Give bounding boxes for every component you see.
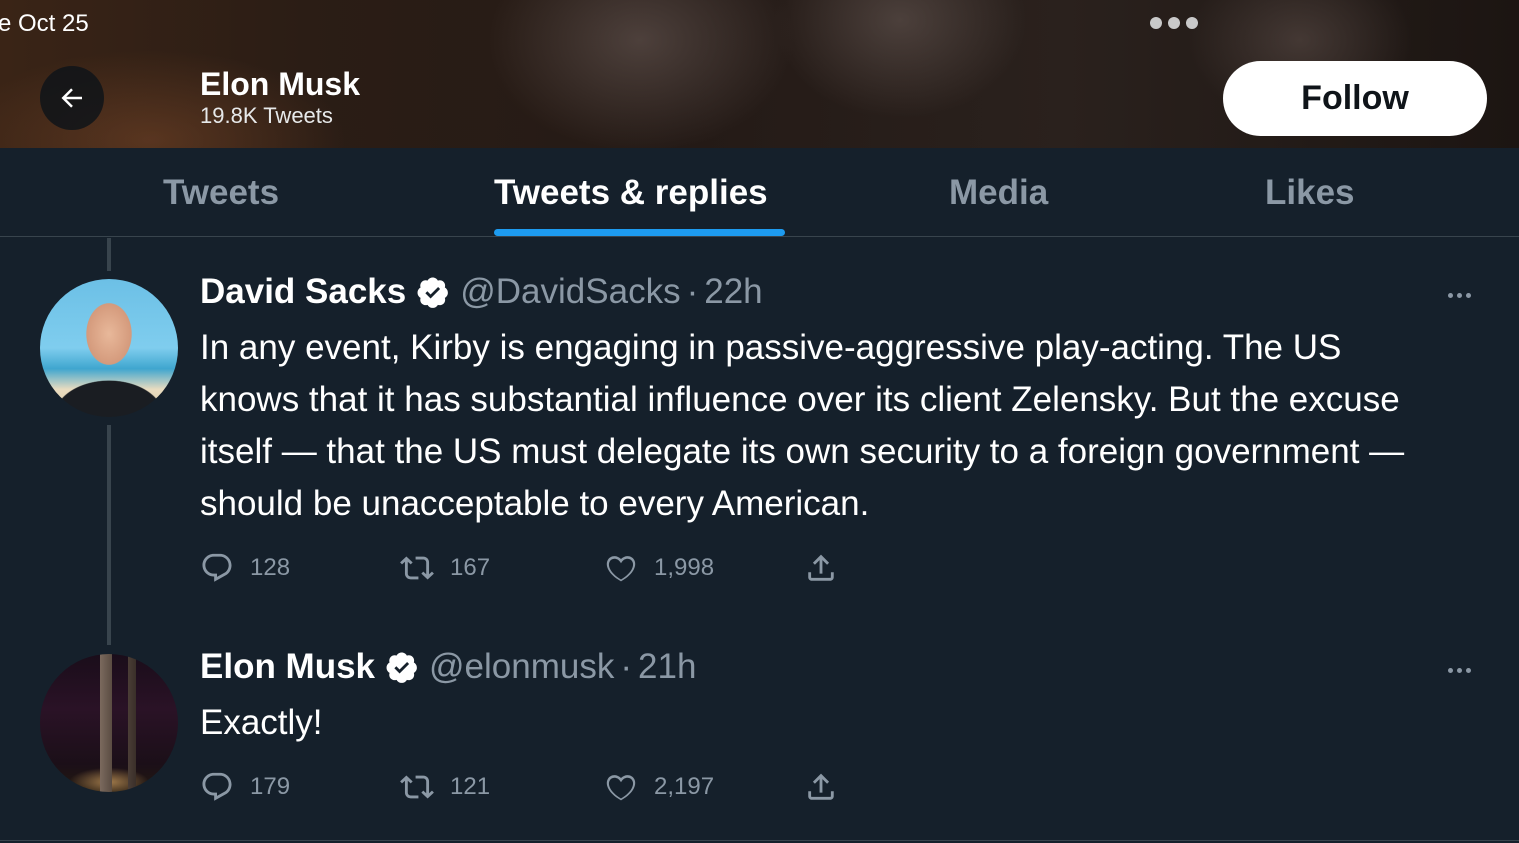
follow-button[interactable]: Follow xyxy=(1223,61,1487,136)
share-icon xyxy=(808,554,834,581)
reply-count: 128 xyxy=(250,554,291,581)
tweet-actions: 128 167 1,998 xyxy=(200,548,900,588)
avatar-elon-musk[interactable] xyxy=(40,654,178,792)
tweet-author-handle[interactable]: @DavidSacks xyxy=(460,272,680,312)
thread-connector-line xyxy=(107,238,111,271)
window-menu-dots-icon[interactable] xyxy=(1150,17,1198,29)
reply-button[interactable]: 128 xyxy=(200,548,290,588)
tweet-separator: · xyxy=(686,272,699,311)
more-horizontal-icon[interactable] xyxy=(1448,293,1471,298)
retweet-icon xyxy=(400,775,434,799)
tab-likes[interactable]: Likes xyxy=(1265,148,1355,237)
tweet-header: Elon Musk @elonmusk · 21h xyxy=(200,647,696,687)
retweet-button[interactable]: 121 xyxy=(400,767,490,807)
heart-icon xyxy=(606,556,636,582)
retweet-icon xyxy=(400,556,434,580)
retweet-count: 167 xyxy=(450,554,491,581)
share-icon xyxy=(808,773,834,800)
thread-connector-line xyxy=(107,425,111,645)
active-tab-indicator xyxy=(494,229,785,236)
share-button[interactable] xyxy=(804,767,854,807)
timeline-divider xyxy=(0,840,1519,841)
tweet-text: Exactly! xyxy=(200,703,323,742)
header-profile-name: Elon Musk xyxy=(200,66,361,102)
profile-tabs: Tweets Tweets & replies Media Likes xyxy=(0,148,1519,237)
tweet-timestamp[interactable]: 21h xyxy=(638,647,696,687)
arrow-left-icon xyxy=(61,88,82,108)
tab-media[interactable]: Media xyxy=(949,148,1048,237)
tweet-text: In any event, Kirby is engaging in passi… xyxy=(200,328,1405,523)
like-count: 1,998 xyxy=(654,554,715,581)
share-button[interactable] xyxy=(804,548,854,588)
reply-count: 179 xyxy=(250,773,291,800)
reply-icon xyxy=(202,772,232,801)
retweet-button[interactable]: 167 xyxy=(400,548,490,588)
like-count: 2,197 xyxy=(654,773,715,800)
verified-badge-icon xyxy=(417,277,449,308)
tweet-header: David Sacks @DavidSacks · 22h xyxy=(200,272,763,312)
retweet-count: 121 xyxy=(450,773,491,800)
avatar-david-sacks[interactable] xyxy=(40,279,178,417)
verified-badge-icon xyxy=(386,652,417,683)
tweet-separator: · xyxy=(620,647,633,686)
tweet-author-handle[interactable]: @elonmusk xyxy=(429,647,614,687)
more-horizontal-icon[interactable] xyxy=(1448,668,1471,673)
tweet-actions: 179 121 2,197 xyxy=(200,767,900,807)
like-button[interactable]: 2,197 xyxy=(604,767,714,807)
like-button[interactable]: 1,998 xyxy=(604,548,714,588)
profile-header-banner: e Oct 25 Elon Musk 19.8K Tweets Follow xyxy=(0,0,1519,148)
tab-tweets-and-replies[interactable]: Tweets & replies xyxy=(494,148,768,237)
reply-icon xyxy=(202,553,232,582)
tweet-author-name[interactable]: Elon Musk xyxy=(200,647,375,687)
tab-tweets[interactable]: Tweets xyxy=(163,148,279,237)
reply-button[interactable]: 179 xyxy=(200,767,290,807)
back-button[interactable] xyxy=(40,66,104,130)
tweet-timestamp[interactable]: 22h xyxy=(704,272,762,312)
status-bar-date: e Oct 25 xyxy=(0,10,89,37)
header-tweet-count: 19.8K Tweets xyxy=(200,103,333,128)
tweet-author-name[interactable]: David Sacks xyxy=(200,272,406,312)
heart-icon xyxy=(606,775,636,801)
